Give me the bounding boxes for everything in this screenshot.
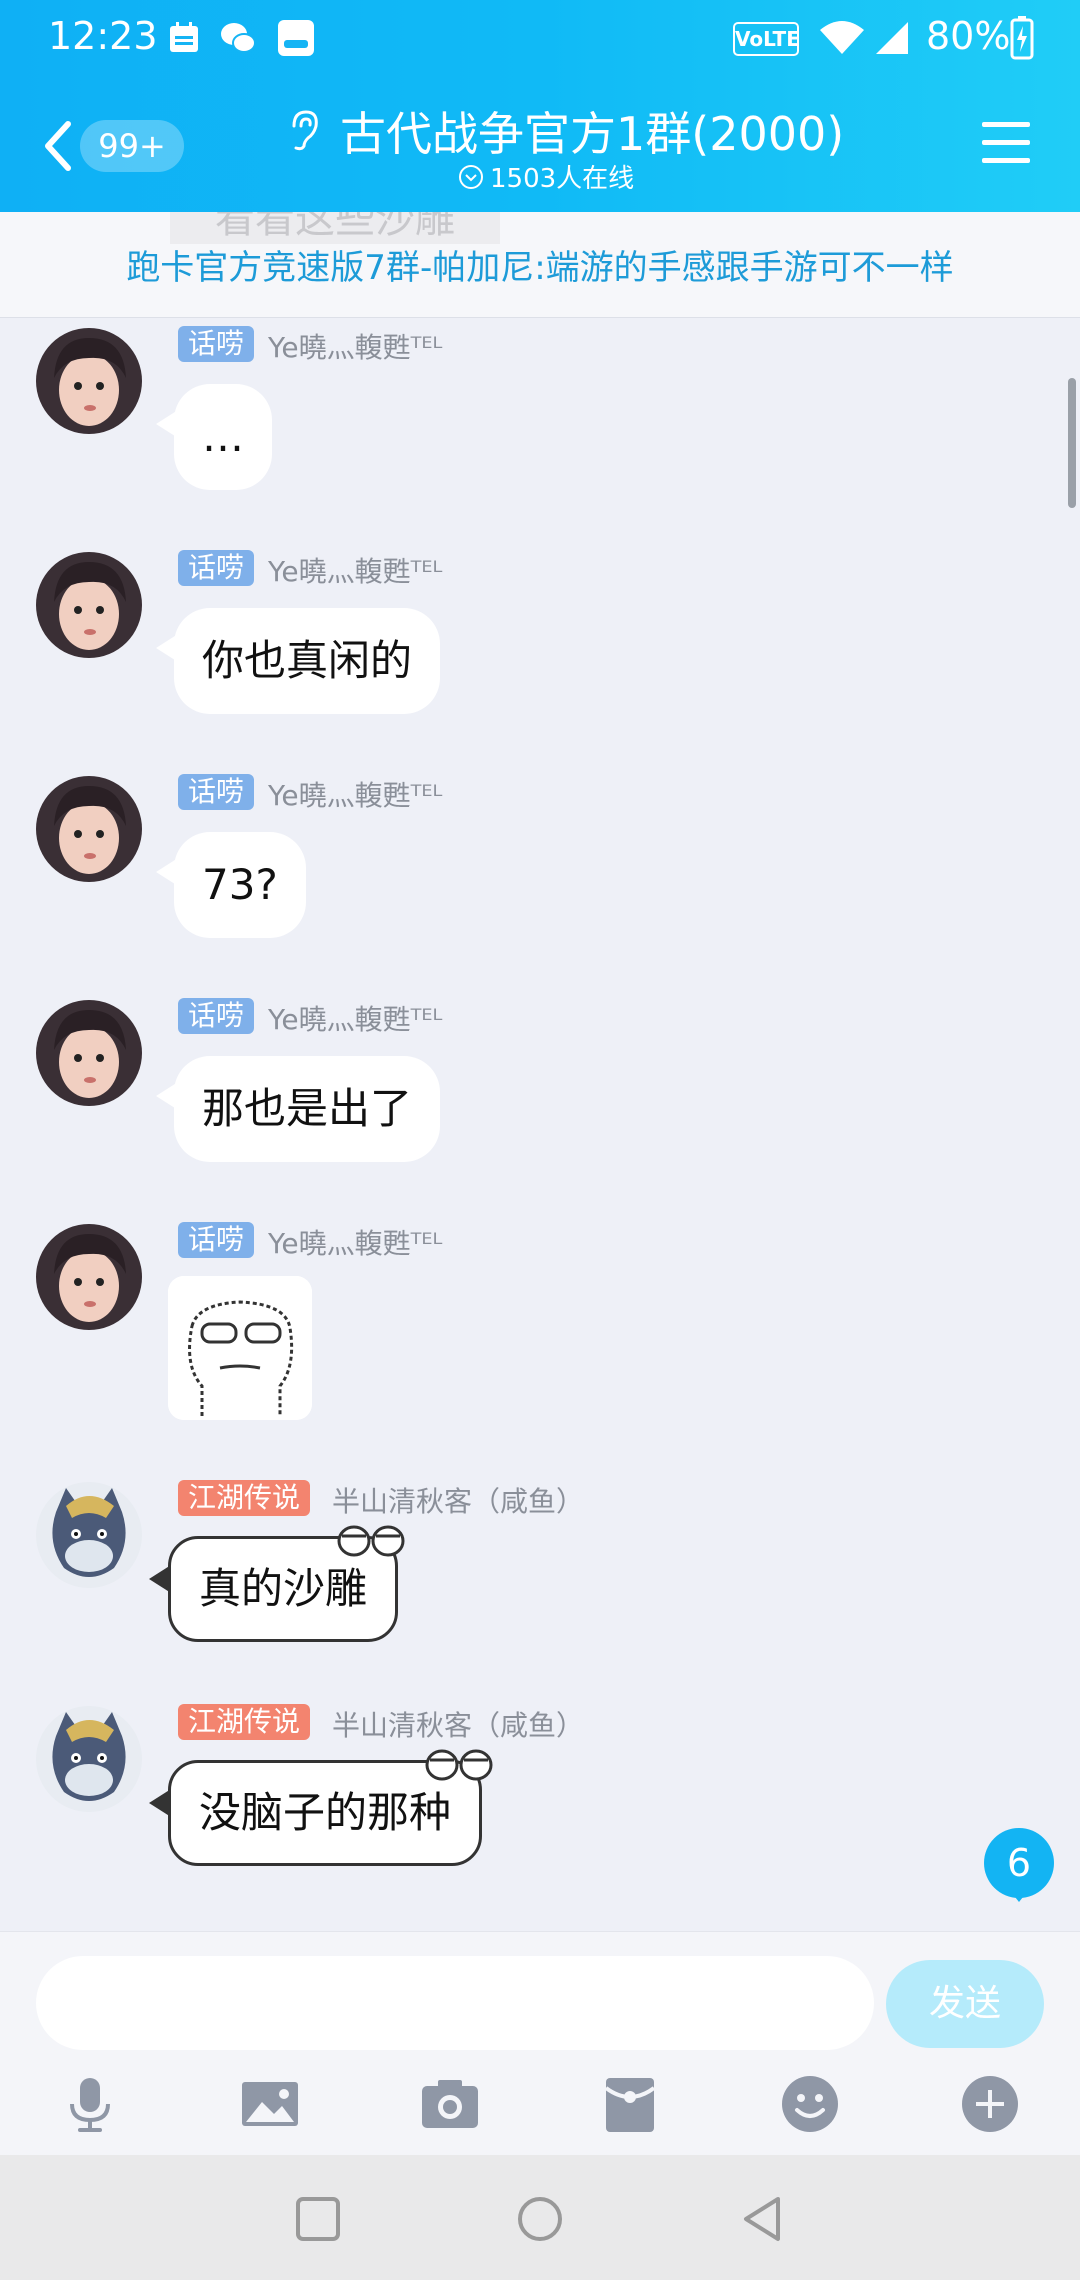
sticker-message[interactable]	[168, 1276, 312, 1420]
battery-level: 80%	[926, 14, 1011, 58]
red-packet-icon[interactable]	[598, 2072, 662, 2136]
bubble-eyes-decoration	[337, 1525, 405, 1557]
avatar[interactable]	[36, 1224, 142, 1330]
message-input[interactable]	[36, 1956, 874, 2050]
message-bubble[interactable]: 那也是出了	[155, 1056, 441, 1162]
member-title-badge: 江湖传说	[178, 1480, 311, 1516]
girl-avatar-image	[36, 1224, 142, 1330]
member-title-badge: 话唠	[178, 326, 255, 362]
status-time: 12:23	[48, 14, 158, 58]
avatar[interactable]	[36, 552, 142, 658]
member-title-badge: 话唠	[178, 550, 255, 586]
emoji-icon[interactable]	[778, 2072, 842, 2136]
app-notification-icon	[278, 20, 314, 56]
avatar[interactable]	[36, 1482, 142, 1588]
member-title-badge: 话唠	[178, 1222, 255, 1258]
menu-button[interactable]	[980, 118, 1032, 168]
message-bubble[interactable]: 你也真闲的	[155, 608, 441, 714]
sender-name[interactable]: Ye曉灬輹甦ᵀᴱᴸ	[268, 998, 442, 1038]
camera-icon[interactable]	[418, 2072, 482, 2136]
sender-name[interactable]: Ye曉灬輹甦ᵀᴱᴸ	[268, 1222, 442, 1262]
chevron-circle-icon	[459, 164, 483, 189]
unread-badge-back[interactable]: 99+	[80, 120, 184, 172]
avatar[interactable]	[36, 328, 142, 434]
member-title-badge: 话唠	[178, 998, 255, 1034]
sender-name[interactable]: Ye曉灬輹甦ᵀᴱᴸ	[268, 550, 442, 590]
signal-icon	[876, 22, 908, 54]
wolf-avatar-image	[36, 1482, 142, 1588]
announcement-text[interactable]: 跑卡官方竞速版7群-帕加尼:端游的手感跟手游可不一样	[0, 240, 1080, 289]
plus-icon[interactable]	[958, 2072, 1022, 2136]
member-title-badge: 江湖传说	[178, 1704, 311, 1740]
recents-button[interactable]	[294, 2195, 342, 2243]
wechat-icon	[221, 23, 256, 53]
message-list[interactable]: 话唠 Ye曉灬輹甦ᵀᴱᴸ … 话唠 Ye曉灬輹甦ᵀᴱᴸ 你也真闲的 话唠 Ye曉…	[0, 318, 1080, 1931]
back-nav-button[interactable]	[738, 2195, 786, 2243]
message-bubble[interactable]: 73?	[156, 832, 306, 938]
wolf-avatar-image	[36, 1706, 142, 1812]
system-nav-bar	[0, 2155, 1080, 2280]
avatar[interactable]	[36, 776, 142, 882]
input-area: 发送	[0, 1931, 1080, 2155]
ear-icon[interactable]	[284, 108, 322, 152]
sender-name[interactable]: Ye曉灬輹甦ᵀᴱᴸ	[268, 326, 442, 366]
announcement-banner[interactable]: 看看这些沙雕 跑卡官方竞速版7群-帕加尼:端游的手感跟手游可不一样	[0, 212, 1080, 318]
online-count[interactable]: 1503人在线	[458, 158, 634, 195]
mic-icon[interactable]	[58, 2072, 122, 2136]
sender-name[interactable]: 半山清秋客（咸鱼）	[332, 1704, 584, 1744]
girl-avatar-image	[36, 1000, 142, 1106]
scrollbar[interactable]	[1068, 378, 1076, 508]
girl-avatar-image	[36, 552, 142, 658]
girl-avatar-image	[36, 776, 142, 882]
meme-sticker-image	[168, 1276, 312, 1420]
volte-badge: VoLTE	[733, 22, 800, 56]
battery-charging-icon	[1010, 16, 1034, 60]
member-title-badge: 话唠	[178, 774, 255, 810]
sender-name[interactable]: Ye曉灬輹甦ᵀᴱᴸ	[268, 774, 442, 814]
sender-name[interactable]: 半山清秋客（咸鱼）	[332, 1480, 584, 1520]
send-button[interactable]: 发送	[886, 1960, 1044, 2048]
online-count-text: 1503人在线	[490, 164, 635, 194]
message-bubble[interactable]: …	[156, 384, 272, 490]
home-button[interactable]	[516, 2195, 564, 2243]
wifi-icon	[820, 21, 864, 54]
header: 12:23 VoLTE 80% 99+ 古代战争官方1群(2000) 1503人…	[0, 0, 1080, 212]
girl-avatar-image	[36, 328, 142, 434]
avatar[interactable]	[36, 1706, 142, 1812]
back-button[interactable]	[38, 118, 78, 174]
page-title[interactable]: 古代战争官方1群(2000)	[340, 98, 844, 164]
status-bar: 12:23 VoLTE 80%	[0, 0, 1080, 80]
calendar-icon	[170, 22, 198, 52]
bubble-eyes-decoration	[425, 1749, 493, 1781]
new-messages-badge[interactable]: 6	[984, 1828, 1054, 1902]
image-icon[interactable]	[238, 2072, 302, 2136]
avatar[interactable]	[36, 1000, 142, 1106]
